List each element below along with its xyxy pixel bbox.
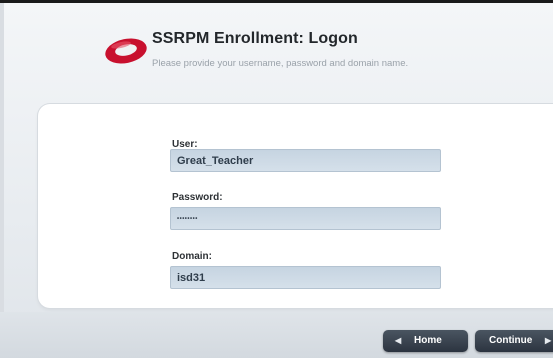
home-button[interactable]: ◀ Home [383,330,468,352]
domain-label: Domain: [172,251,212,262]
continue-button[interactable]: Continue ▶ [475,330,553,352]
footer-bar [0,312,553,358]
chevron-left-icon: ◀ [395,336,402,345]
continue-button-label: Continue [489,335,533,346]
ssrpm-logo-icon [105,38,147,64]
page-title: SSRPM Enrollment: Logon [152,30,358,47]
user-input[interactable]: Great_Teacher [170,149,441,172]
password-label: Password: [172,192,223,203]
password-input[interactable]: •••••••• [170,207,441,230]
page-subtitle: Please provide your username, password a… [152,58,409,69]
chevron-right-icon: ▶ [545,336,552,345]
domain-input[interactable]: isd31 [170,266,441,289]
top-border [0,0,553,3]
left-edge [0,3,4,358]
home-button-label: Home [414,335,442,346]
